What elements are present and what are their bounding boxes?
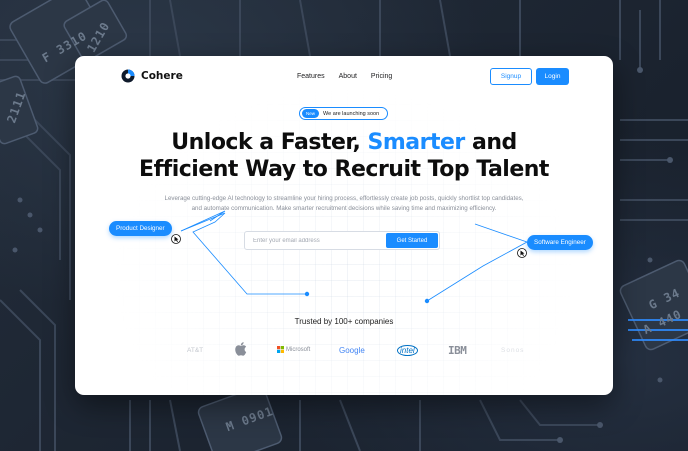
- company-logos: AT&T Microsoft Google intel IBM Sonos: [183, 341, 523, 363]
- nav-link-features[interactable]: Features: [297, 73, 325, 80]
- trusted-label: Trusted by 100+ companies: [294, 317, 394, 326]
- landing-page-card: Cohere Features About Pricing Signup Log…: [75, 56, 613, 395]
- get-started-button[interactable]: Get Started: [386, 233, 438, 248]
- signup-button[interactable]: Signup: [490, 67, 532, 85]
- launch-badge: New We are launching soon: [299, 107, 388, 120]
- cohere-logo-icon: [121, 69, 135, 83]
- brand-logo[interactable]: Cohere: [121, 69, 183, 83]
- nav-link-pricing[interactable]: Pricing: [371, 73, 392, 80]
- hero-title-line2: Efficient Way to Recruit Top Talent: [139, 157, 549, 182]
- microsoft-logo-icon: [277, 346, 284, 353]
- ibm-logo: IBM: [448, 344, 467, 357]
- apple-logo-icon: [235, 342, 247, 356]
- hero-subtitle: Leverage cutting-edge AI technology to s…: [164, 195, 524, 212]
- badge-text: We are launching soon: [323, 110, 380, 117]
- hero-title: Unlock a Faster, Smarter and Efficient W…: [75, 129, 613, 183]
- new-pill: New: [302, 109, 320, 118]
- login-button[interactable]: Login: [536, 67, 569, 85]
- hero-title-part2: and: [471, 130, 517, 155]
- software-engineer-tag: Software Engineer: [527, 235, 593, 250]
- cursor-icon: [171, 234, 181, 244]
- connector-dot: [304, 291, 310, 297]
- brand-name: Cohere: [141, 70, 183, 82]
- intel-logo: intel: [397, 345, 418, 356]
- microsoft-logo: Microsoft: [286, 347, 311, 353]
- top-nav: Cohere Features About Pricing Signup Log…: [121, 66, 569, 86]
- product-designer-tag: Product Designer: [109, 221, 172, 236]
- hero-title-accent: Smarter: [367, 130, 466, 155]
- hero-title-part1: Unlock a Faster,: [171, 130, 361, 155]
- nav-links: Features About Pricing: [297, 73, 392, 80]
- email-signup-form: Get Started: [244, 231, 440, 250]
- connector-dot: [424, 298, 430, 304]
- email-input[interactable]: [253, 237, 386, 244]
- google-logo: Google: [339, 346, 365, 355]
- nav-actions: Signup Login: [490, 67, 569, 85]
- nav-link-about[interactable]: About: [339, 73, 357, 80]
- sonos-logo: Sonos: [501, 347, 525, 354]
- cursor-icon: [517, 248, 527, 258]
- att-logo: AT&T: [187, 347, 204, 354]
